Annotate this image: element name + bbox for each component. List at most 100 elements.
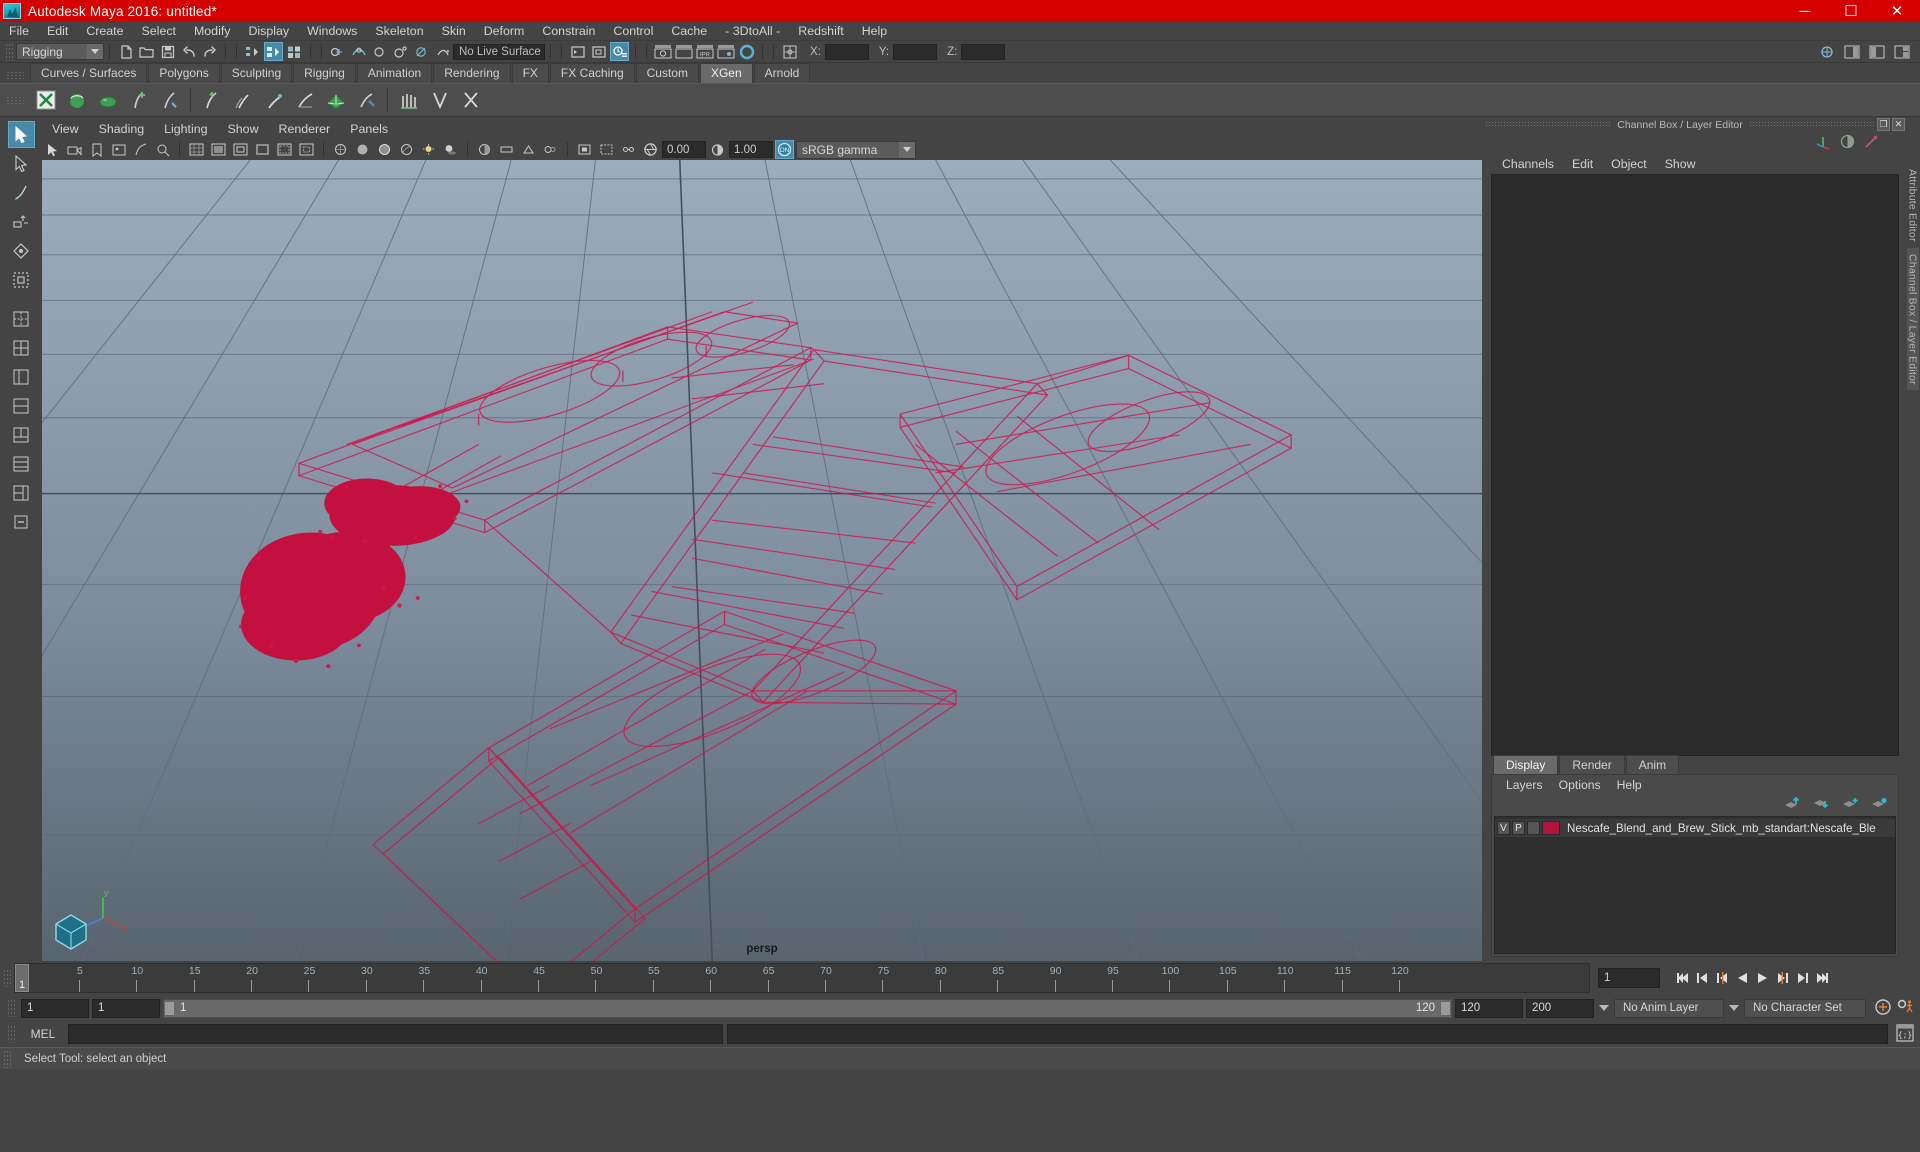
maximize-button[interactable]: ☐ bbox=[1828, 0, 1874, 22]
open-hypergraph-icon[interactable] bbox=[589, 42, 608, 61]
go-to-start-icon[interactable] bbox=[1674, 969, 1691, 988]
shelf-tab-animation[interactable]: Animation bbox=[356, 63, 433, 83]
range-slider-grip[interactable] bbox=[7, 999, 15, 1017]
tab-channel-box-layer-editor[interactable]: Channel Box / Layer Editor bbox=[1906, 247, 1919, 391]
menu-item-edit[interactable]: Edit bbox=[38, 22, 77, 41]
panel-drag-dots-left[interactable] bbox=[1485, 121, 1612, 128]
viewport-canvas[interactable]: y x z bbox=[42, 160, 1482, 961]
viewport-gamma-icon[interactable] bbox=[708, 140, 727, 159]
viewport-menu-view[interactable]: View bbox=[42, 122, 89, 136]
menu-item-create[interactable]: Create bbox=[77, 22, 132, 41]
viewport-gamma-value[interactable]: 1.00 bbox=[729, 141, 773, 158]
command-input[interactable] bbox=[68, 1024, 723, 1044]
ipr-render-icon[interactable] bbox=[674, 42, 693, 61]
viewport-color-management-toggle[interactable]: ON bbox=[775, 140, 794, 159]
step-forward-frame-icon[interactable] bbox=[1774, 969, 1791, 988]
xgen-mesh-icon[interactable] bbox=[322, 87, 349, 114]
viewport-exposure-icon[interactable] bbox=[641, 140, 660, 159]
hypershade-icon[interactable] bbox=[737, 42, 756, 61]
layout-more-button[interactable] bbox=[8, 508, 35, 535]
anim-layer-dropdown-icon[interactable] bbox=[1597, 1005, 1611, 1011]
menu-item-cache[interactable]: Cache bbox=[662, 22, 716, 41]
shelf-tab-fx[interactable]: FX bbox=[511, 63, 549, 83]
viewport-bookmark-icon[interactable] bbox=[87, 140, 106, 159]
layout-persp-outliner-button[interactable] bbox=[8, 363, 35, 390]
xgen-editor-icon[interactable] bbox=[32, 87, 59, 114]
chevron-down-icon[interactable] bbox=[899, 141, 915, 158]
xgen-guide-tool-2-icon[interactable] bbox=[229, 87, 256, 114]
xgen-guide-tool-4-icon[interactable] bbox=[291, 87, 318, 114]
menu-item-select[interactable]: Select bbox=[133, 22, 185, 41]
range-slider-bar[interactable]: 1 120 bbox=[163, 998, 1452, 1018]
viewport-resolution-gate-icon[interactable] bbox=[231, 140, 250, 159]
viewport-menu-show[interactable]: Show bbox=[218, 122, 269, 136]
chevron-down-icon[interactable] bbox=[87, 44, 103, 59]
xgen-sculpt-guide-icon[interactable] bbox=[156, 87, 183, 114]
layout-two-stacked-button[interactable] bbox=[8, 450, 35, 477]
render-current-frame-icon[interactable] bbox=[653, 42, 672, 61]
layout-four-view-button[interactable] bbox=[8, 334, 35, 361]
time-slider-track[interactable]: 1 5 10 15 20 25 30 35 40 45 50 55 60 65 70 75 80 85 90 95 1… bbox=[14, 963, 1590, 993]
minimize-button[interactable]: ─ bbox=[1782, 0, 1828, 22]
toolbox-paint-select-tool[interactable] bbox=[8, 179, 35, 206]
channel-box-menu-edit[interactable]: Edit bbox=[1563, 157, 1602, 171]
viewport-grid-icon[interactable] bbox=[187, 140, 206, 159]
xgen-guide-tool-1-icon[interactable] bbox=[198, 87, 225, 114]
viewport-motion-blur-icon[interactable] bbox=[497, 140, 516, 159]
viewport-aa-icon[interactable] bbox=[519, 140, 538, 159]
viewport-textured-icon[interactable] bbox=[397, 140, 416, 159]
menu-item-skeleton[interactable]: Skeleton bbox=[366, 22, 432, 41]
shelf-tab-rendering[interactable]: Rendering bbox=[433, 63, 511, 83]
menu-item-help[interactable]: Help bbox=[853, 22, 896, 41]
show-hide-attribute-editor-icon[interactable] bbox=[1842, 42, 1861, 61]
channel-box-content[interactable] bbox=[1491, 174, 1899, 756]
playback-start-time-field[interactable]: 1 bbox=[92, 998, 160, 1018]
coord-y-field[interactable] bbox=[893, 43, 938, 60]
viewport-wireframe-icon[interactable] bbox=[331, 140, 350, 159]
snap-to-projected-center-icon[interactable] bbox=[391, 42, 410, 61]
current-time-indicator[interactable]: 1 bbox=[15, 964, 29, 992]
toolbox-scale-tool[interactable] bbox=[8, 266, 35, 293]
menu-item-deform[interactable]: Deform bbox=[475, 22, 534, 41]
layer-list[interactable]: V P Nescafe_Blend_and_Brew_Stick_mb_standa… bbox=[1494, 816, 1896, 954]
layer-editor-tab-display[interactable]: Display bbox=[1493, 755, 1559, 774]
layer-color-swatch[interactable] bbox=[1542, 821, 1560, 835]
open-scene-icon[interactable] bbox=[137, 42, 156, 61]
transform-manip-icon[interactable] bbox=[780, 42, 799, 61]
xgen-hair-clump-icon[interactable] bbox=[395, 87, 422, 114]
viewport-ao-icon[interactable] bbox=[475, 140, 494, 159]
render-settings-icon[interactable]: IPR bbox=[695, 42, 714, 61]
help-line-grip[interactable] bbox=[3, 1049, 11, 1068]
layer-type-toggle[interactable] bbox=[1527, 821, 1540, 835]
command-line-grip[interactable] bbox=[7, 1025, 15, 1043]
xgen-add-guide-icon[interactable] bbox=[125, 87, 152, 114]
layer-visibility-toggle[interactable]: V bbox=[1497, 821, 1510, 835]
play-forwards-icon[interactable] bbox=[1754, 969, 1771, 988]
layer-menu-options[interactable]: Options bbox=[1551, 778, 1609, 792]
character-set-selector[interactable]: No Character Set bbox=[1744, 998, 1866, 1018]
command-language-label[interactable]: MEL bbox=[22, 1027, 64, 1041]
toolbox-select-tool[interactable] bbox=[7, 121, 35, 148]
select-by-hierarchy-icon[interactable] bbox=[243, 42, 262, 61]
viewport-color-profile-selector[interactable]: sRGB gamma bbox=[796, 140, 916, 159]
viewport-xray-joints-icon[interactable] bbox=[619, 140, 638, 159]
menu-item-redshift[interactable]: Redshift bbox=[789, 22, 852, 41]
shelf-tab-sculpting[interactable]: Sculpting bbox=[220, 63, 293, 83]
layer-row[interactable]: V P Nescafe_Blend_and_Brew_Stick_mb_standa… bbox=[1495, 819, 1895, 837]
layout-persp-graph-button[interactable] bbox=[8, 421, 35, 448]
viewport-safe-title-icon[interactable] bbox=[297, 140, 316, 159]
menu-item-3dtoall[interactable]: - 3DtoAll - bbox=[716, 22, 789, 41]
viewport-shadows-icon[interactable] bbox=[441, 140, 460, 159]
layout-persp-uv-button[interactable] bbox=[8, 479, 35, 506]
viewport-exposure-reset-icon[interactable] bbox=[131, 140, 150, 159]
menu-item-constrain[interactable]: Constrain bbox=[533, 22, 604, 41]
panel-restore-button[interactable]: ❐ bbox=[1877, 118, 1890, 131]
range-slider-right-handle[interactable] bbox=[1440, 1000, 1451, 1016]
channel-box-menu-object[interactable]: Object bbox=[1602, 157, 1656, 171]
menu-item-windows[interactable]: Windows bbox=[298, 22, 366, 41]
animation-end-time-field[interactable]: 200 bbox=[1526, 998, 1594, 1018]
viewport-menu-panels[interactable]: Panels bbox=[340, 122, 398, 136]
xgen-hair-v-icon[interactable] bbox=[426, 87, 453, 114]
half-circle-icon[interactable] bbox=[1840, 134, 1855, 152]
shelf-tab-custom[interactable]: Custom bbox=[635, 63, 699, 83]
